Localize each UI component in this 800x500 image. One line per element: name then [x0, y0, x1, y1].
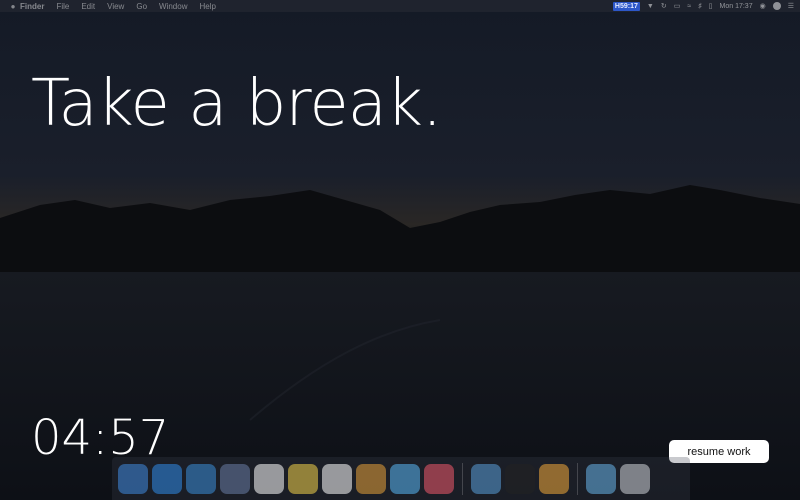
apple-icon[interactable]: ● — [6, 2, 20, 11]
sketch-icon[interactable] — [539, 463, 569, 494]
dock — [112, 457, 690, 500]
app-store-icon[interactable] — [152, 463, 182, 494]
terminal-icon[interactable] — [505, 463, 535, 494]
xcode-icon[interactable] — [471, 463, 501, 494]
wifi-icon[interactable]: ≈ — [687, 3, 691, 10]
menu-finder[interactable]: Finder — [20, 2, 44, 11]
notes-icon[interactable] — [288, 463, 318, 494]
photos-icon[interactable] — [356, 463, 386, 494]
list-icon[interactable]: ☰ — [788, 2, 794, 10]
safari-icon[interactable] — [186, 463, 216, 494]
menu-edit[interactable]: Edit — [81, 2, 95, 11]
preview-icon[interactable] — [220, 463, 250, 494]
reminders-icon[interactable] — [322, 463, 352, 494]
status-area: H59:17 ▼ ↻ ▭ ≈ ♯ ▯ Mon 17:37 ◉ ☰ — [612, 0, 794, 12]
break-headline: Take a break. — [31, 67, 442, 141]
downloads-folder-icon[interactable] — [586, 463, 616, 494]
menu-bar: ● Finder File Edit View Go Window Help H… — [0, 0, 800, 12]
finder-icon[interactable] — [118, 463, 148, 494]
menu-help[interactable]: Help — [199, 2, 215, 11]
refresh-icon[interactable]: ↻ — [661, 2, 667, 10]
shield-icon[interactable]: ▼ — [647, 3, 654, 10]
messages-icon[interactable] — [390, 463, 420, 494]
display-icon[interactable]: ▭ — [674, 2, 681, 10]
menu-file[interactable]: File — [56, 2, 69, 11]
dock-separator — [577, 462, 578, 495]
user-icon[interactable]: ◉ — [760, 2, 766, 10]
calendar-icon[interactable] — [254, 463, 284, 494]
menu-clock[interactable]: Mon 17:37 — [720, 3, 753, 10]
volume-icon[interactable]: ♯ — [698, 3, 702, 10]
menu-window[interactable]: Window — [159, 2, 187, 11]
trash-icon[interactable] — [620, 463, 650, 494]
menu-view[interactable]: View — [107, 2, 124, 11]
dock-separator — [462, 462, 463, 495]
music-icon[interactable] — [424, 463, 454, 494]
menu-go[interactable]: Go — [136, 2, 147, 11]
battery-icon[interactable]: ▯ — [709, 2, 713, 10]
siri-icon[interactable] — [772, 2, 781, 10]
timer-status-badge[interactable]: H59:17 — [612, 1, 640, 11]
